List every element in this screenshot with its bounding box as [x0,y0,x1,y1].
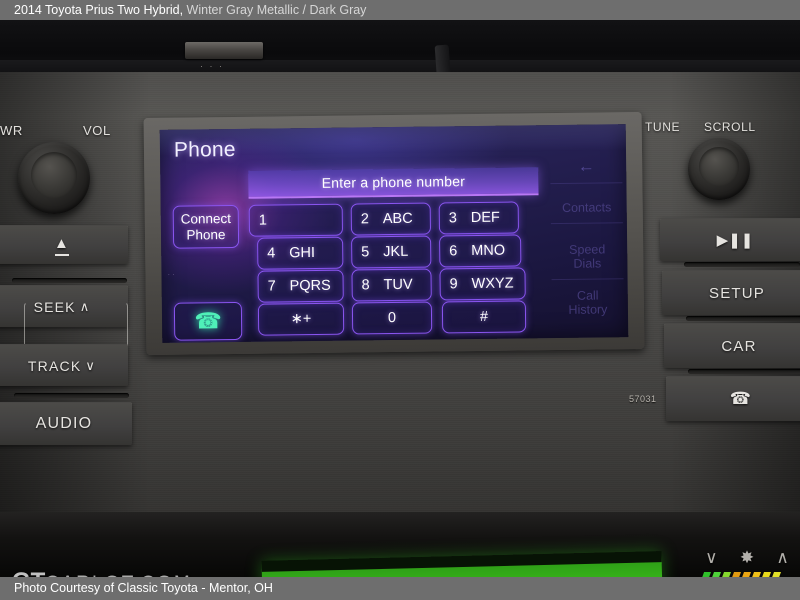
keypad-digit: 0 [387,309,397,327]
connect-phone-line1: Connect [180,210,232,227]
connect-phone-line2: Phone [186,227,226,243]
side-menu-item-call-history[interactable]: Call History [550,288,626,317]
keypad-key-0[interactable]: 0 [351,301,433,335]
keypad-letters: JKL [383,243,409,261]
keypad-digit: 9 [449,276,458,293]
watermark-primary: GT [12,568,45,577]
play-pause-icon: ▶❚❚ [716,232,754,249]
keypad-key-1[interactable]: 1 [248,203,344,237]
display-bezel: Phone Enter a phone number Connect Phone… [143,111,645,356]
screen-title: Phone [173,137,236,162]
keypad-digit: 2 [360,211,370,228]
caption-bar: 2014 Toyota Prius Two Hybrid, Winter Gra… [0,0,800,20]
keypad-letters: TUV [383,276,413,294]
power-volume-knob-body[interactable] [18,142,90,214]
keypad-digit: 4 [267,245,276,262]
power-label: WR [0,123,23,138]
car-label: CAR [721,337,757,355]
keypad-key-7[interactable]: 7 PQRS [257,269,344,303]
footer-bar: Photo Courtesy of Classic Toyota - Mento… [0,577,800,600]
screen-side-menu: ← Contacts Speed Dials Call History [548,154,626,335]
side-menu-divider [550,182,623,185]
volume-label: VOL [83,123,111,138]
part-code-label: 57031 [629,394,657,404]
side-menu-divider [550,222,623,225]
car-ridge [688,369,800,374]
display-dust-specks: ·· [167,269,177,279]
scroll-label: SCROLL [704,120,756,134]
vehicle-title: 2014 Toyota Prius Two Hybrid, [14,3,187,17]
keypad-digit: 3 [448,210,457,227]
side-menu-item-speed-dials[interactable]: Speed Dials [549,242,625,271]
keypad-key-4[interactable]: 4 GHI [257,236,344,270]
setup-ridge [686,316,800,321]
eject-icon: ▲ [54,235,70,256]
keypad-key-2[interactable]: 2 ABC [350,202,432,236]
vehicle-photo: · · · WR VOL ▲ SEEK ∧ TRACK ∨ AUDIO TUNE… [0,20,800,577]
side-menu-item-contacts[interactable]: Contacts [549,200,625,215]
keypad-key-6[interactable]: 6 MNO [439,234,522,268]
tune-scroll-knob[interactable] [688,138,750,200]
keypad-digit: 5 [361,244,370,261]
call-handset-icon: ☎ [194,308,222,334]
keypad-letters [281,220,342,221]
car-button[interactable]: CAR [664,323,800,368]
audio-label: AUDIO [35,415,93,432]
back-arrow-icon[interactable]: ← [564,157,608,176]
photo-credit: Photo Courtesy of Classic Toyota - Mento… [14,581,273,595]
keypad-key-9[interactable]: 9 WXYZ [439,267,526,301]
audio-button[interactable]: AUDIO [0,402,132,445]
keypad-key-8[interactable]: 8 TUV [351,268,432,302]
keypad-key-star[interactable]: ∗+ [257,302,345,336]
keypad-key-hash[interactable]: # [441,300,527,334]
keypad-letters: GHI [289,244,316,262]
phone-number-placeholder: Enter a phone number [321,173,466,191]
keypad-digit: # [479,308,489,325]
keypad-digit: 7 [267,278,276,295]
eject-button-ridge [12,278,127,283]
phone-number-input[interactable]: Enter a phone number [248,167,539,199]
keypad-letters: MNO [471,242,506,260]
eject-button[interactable]: ▲ [0,225,128,264]
call-button[interactable]: ☎ [173,301,243,341]
setup-button[interactable]: SETUP [662,270,800,315]
setup-label: SETUP [708,284,765,302]
play-pause-ridge [684,262,800,267]
infotainment-display[interactable]: Phone Enter a phone number Connect Phone… [159,124,629,343]
keypad-key-3[interactable]: 3 DEF [438,201,520,235]
keypad-letters: DEF [470,209,500,227]
track-button[interactable]: TRACK ∨ [0,344,128,386]
keypad-key-5[interactable]: 5 JKL [351,235,432,269]
phone-button[interactable]: ☎ [666,376,800,421]
dash-vent-slot [185,42,263,59]
tune-label: TUNE [645,120,681,134]
screenshot-root: 2014 Toyota Prius Two Hybrid, Winter Gra… [0,0,800,600]
temp-up-chevron-icon[interactable]: ∧ [776,548,788,568]
track-button-ridge [14,393,129,398]
fan-icon[interactable]: ✸ [740,548,754,568]
track-down-chevron-icon: ∨ [85,357,97,373]
phone-handset-icon: ☎ [729,389,753,408]
keypad-letters: WXYZ [471,275,514,293]
temp-down-chevron-icon[interactable]: ∨ [705,548,717,568]
connect-phone-button[interactable]: Connect Phone [172,204,240,249]
keypad-letters: ABC [382,210,413,228]
keypad-digit: 8 [361,277,370,294]
track-label: TRACK [27,357,82,374]
tune-scroll-knob-body[interactable] [688,138,750,200]
site-watermark: GT CARLOT.COM [12,568,192,577]
play-pause-button[interactable]: ▶❚❚ [660,218,800,261]
keypad-digit: 6 [449,243,458,260]
side-menu-divider [551,278,624,281]
keypad-digit: ∗+ [290,311,312,328]
keypad-digit: 1 [258,212,268,229]
dashboard-upper-shelf: · · · [0,20,800,86]
vehicle-colors: Winter Gray Metallic / Dark Gray [186,3,367,17]
dash-vent-dots: · · · [200,61,224,71]
keypad-letters: PQRS [289,277,331,295]
power-volume-knob[interactable] [18,142,90,214]
